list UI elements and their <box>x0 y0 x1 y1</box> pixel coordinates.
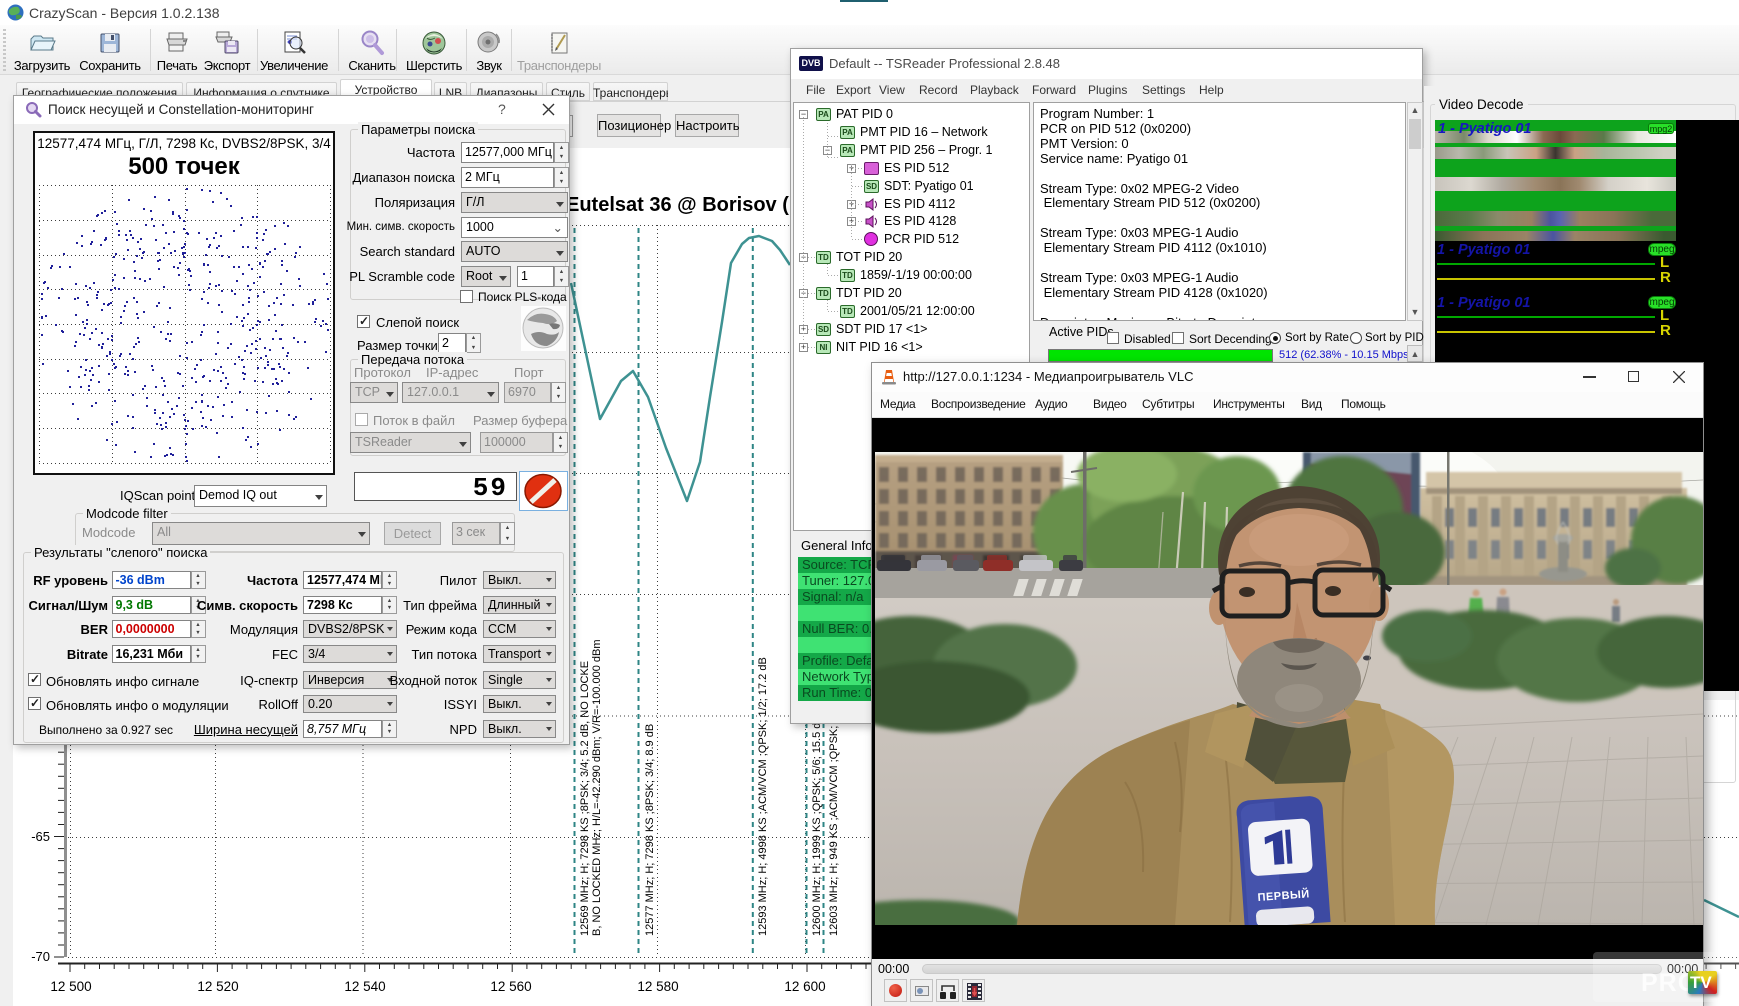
svg-text:12 600: 12 600 <box>784 979 825 994</box>
svg-text:12 560: 12 560 <box>490 979 531 994</box>
svg-text:12 500: 12 500 <box>50 979 91 994</box>
svg-text:-65: -65 <box>31 829 50 844</box>
svg-text:12 540: 12 540 <box>344 979 385 994</box>
svg-text:12 520: 12 520 <box>197 979 238 994</box>
svg-text:-70: -70 <box>31 949 50 964</box>
svg-text:12 580: 12 580 <box>637 979 678 994</box>
